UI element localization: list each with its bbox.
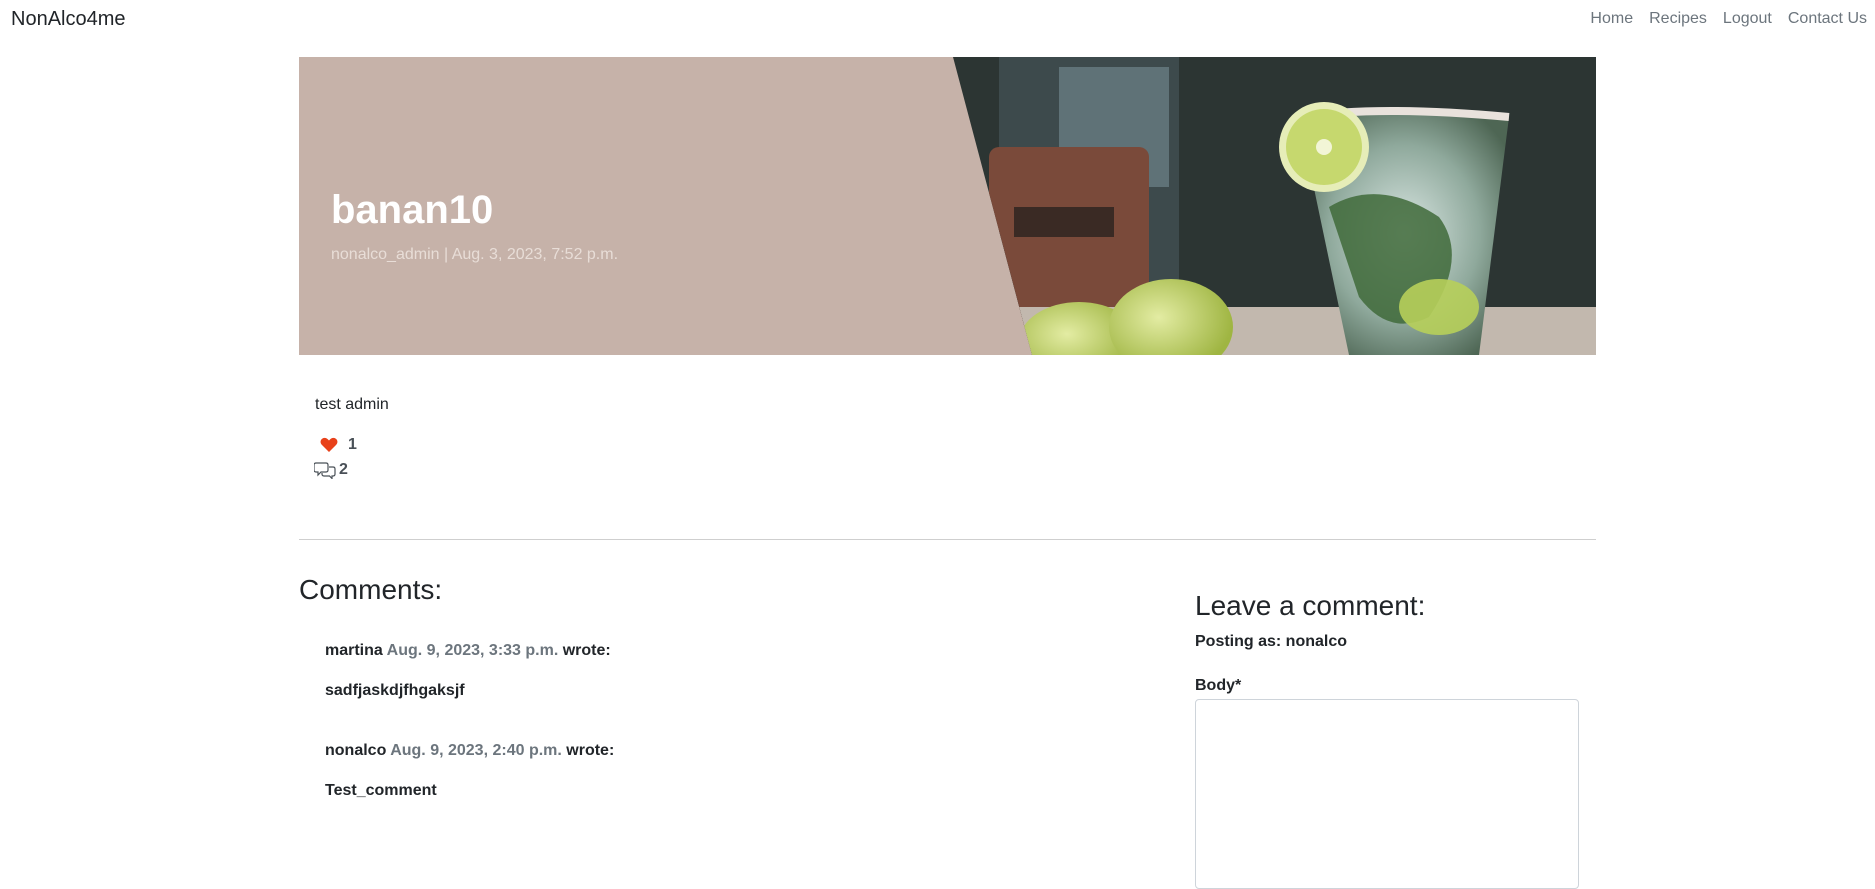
nav-logout[interactable]: Logout — [1715, 10, 1780, 28]
comment-counter: 2 — [314, 461, 348, 479]
post-meta: nonalco_admin | Aug. 3, 2023, 7:52 p.m. — [331, 246, 619, 263]
comment-author: martina — [325, 642, 383, 659]
comment-body: sadfjaskdjfhgaksjf — [325, 682, 465, 699]
comment-author: nonalco — [325, 742, 387, 759]
body-label: Body* — [1195, 677, 1242, 694]
comment-count: 2 — [339, 461, 348, 478]
nav-contact-us[interactable]: Contact Us — [1780, 10, 1875, 28]
nav-recipes[interactable]: Recipes — [1641, 10, 1715, 28]
chat-bubbles-icon — [314, 461, 336, 479]
brand-link[interactable]: NonAlco4me — [11, 8, 126, 31]
post-hero: banan10 nonalco_admin | Aug. 3, 2023, 7:… — [299, 57, 1596, 355]
post-content: test admin — [315, 396, 389, 413]
like-count: 1 — [348, 436, 357, 453]
nav-home[interactable]: Home — [1582, 10, 1641, 28]
comment-wrote: wrote: — [562, 642, 611, 659]
section-divider — [299, 539, 1596, 540]
comment-header: martina Aug. 9, 2023, 3:33 p.m. wrote: — [325, 642, 611, 660]
comment-body-textarea[interactable] — [1195, 699, 1579, 889]
comment-date: Aug. 9, 2023, 2:40 p.m. — [390, 742, 562, 759]
like-counter[interactable]: 1 — [320, 436, 357, 454]
comment-header: nonalco Aug. 9, 2023, 2:40 p.m. wrote: — [325, 742, 614, 760]
navbar: NonAlco4me Home Recipes Logout Contact U… — [0, 0, 1875, 40]
comments-heading: Comments: — [299, 574, 443, 605]
post-title: banan10 — [331, 188, 494, 232]
comment-wrote: wrote: — [566, 742, 615, 759]
comment-date: Aug. 9, 2023, 3:33 p.m. — [386, 642, 559, 659]
hero-image — [299, 57, 1596, 355]
comment-body: Test_comment — [325, 782, 437, 799]
posting-as: Posting as: nonalco — [1195, 633, 1348, 650]
heart-icon[interactable] — [320, 437, 338, 453]
leave-comment-heading: Leave a comment: — [1195, 590, 1426, 621]
nav-links: Home Recipes Logout Contact Us — [1582, 10, 1875, 28]
